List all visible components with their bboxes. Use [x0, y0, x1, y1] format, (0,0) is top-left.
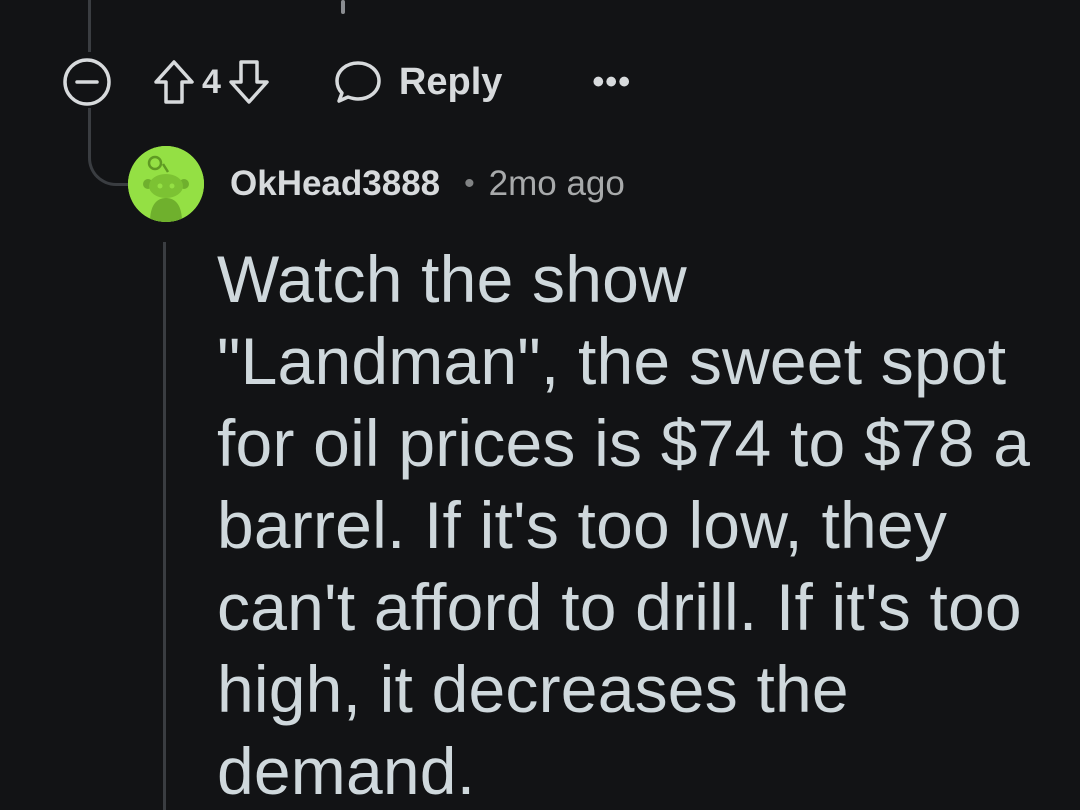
thread-line-parent[interactable]: [88, 0, 91, 52]
username[interactable]: OkHead3888: [230, 164, 440, 204]
comment-thread-screen: 4 Reply ••• OkHead3888 • 2mo ago Watch t…: [0, 0, 1080, 810]
speech-bubble-icon: [335, 61, 381, 103]
comment-timestamp: 2mo ago: [488, 164, 625, 203]
downvote-button[interactable]: [227, 57, 271, 107]
comment-author-row: OkHead3888 • 2mo ago: [128, 146, 625, 222]
user-avatar[interactable]: [128, 146, 204, 222]
parent-comment-actions: 4 Reply •••: [62, 54, 631, 110]
collapse-button[interactable]: [62, 57, 112, 107]
more-options-button[interactable]: •••: [592, 65, 631, 99]
parent-text-fragment: [341, 0, 345, 14]
snoo-avatar-icon: [128, 146, 204, 222]
meta-separator: •: [464, 167, 475, 200]
downvote-arrow-icon: [229, 60, 269, 104]
upvote-arrow-icon: [154, 60, 194, 104]
thread-line-child[interactable]: [163, 242, 166, 810]
vote-score: 4: [202, 62, 221, 101]
collapse-minus-icon: [63, 58, 111, 106]
upvote-button[interactable]: [152, 57, 196, 107]
reply-button[interactable]: Reply: [333, 58, 502, 106]
reply-label: Reply: [398, 60, 503, 103]
comment-body: Watch the show "Landman", the sweet spot…: [217, 242, 1031, 808]
